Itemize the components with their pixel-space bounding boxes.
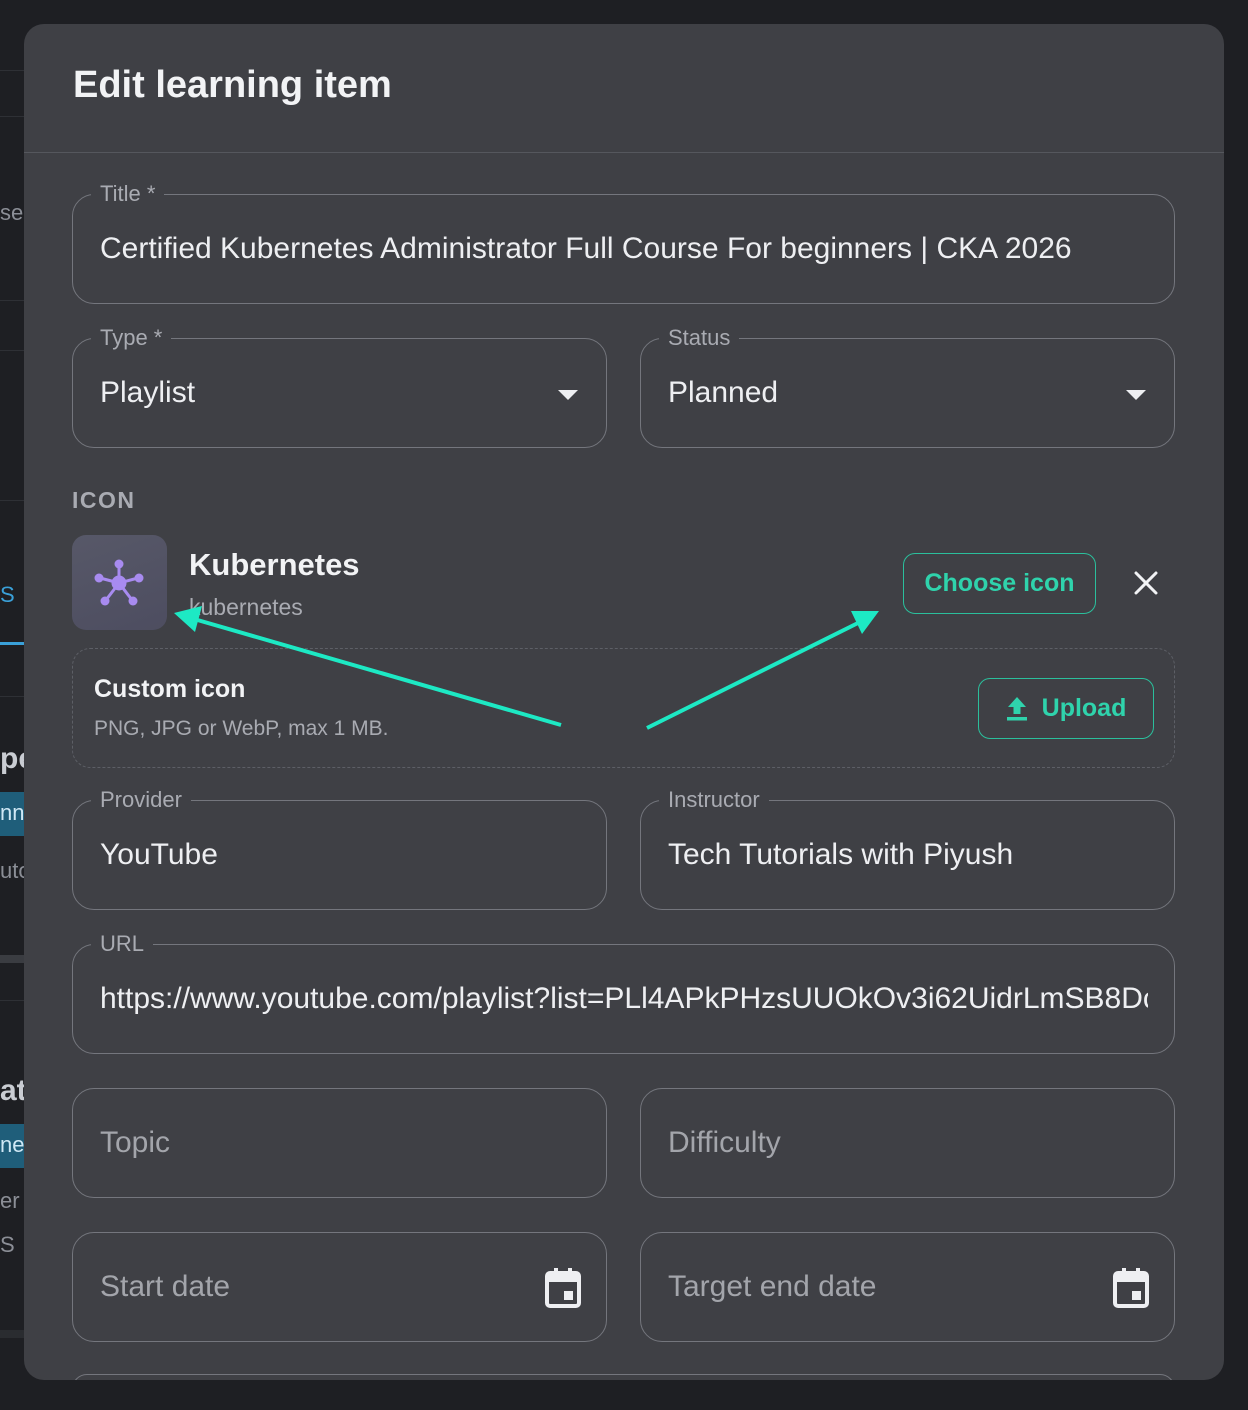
dialog-title: Edit learning item (73, 64, 392, 106)
provider-label: Provider (91, 788, 191, 812)
kubernetes-icon (94, 559, 144, 606)
provider-field[interactable]: Provider YouTube (72, 788, 607, 910)
chevron-down-icon (1126, 390, 1146, 400)
title-label: Title * (91, 182, 165, 206)
url-field[interactable]: URL https://www.youtube.com/playlist?lis… (72, 932, 1175, 1054)
icon-section-label: ICON (72, 487, 136, 513)
type-label: Type * (91, 326, 172, 350)
upload-icon (1006, 696, 1027, 720)
chevron-down-icon (558, 390, 578, 400)
icon-name: Kubernetes (189, 547, 360, 582)
difficulty-input[interactable]: Difficulty (668, 1125, 1148, 1161)
instructor-field[interactable]: Instructor Tech Tutorials with Piyush (640, 788, 1175, 910)
bg-text-fragment: se (0, 200, 24, 225)
instructor-input[interactable]: Tech Tutorials with Piyush (668, 837, 1148, 873)
calendar-icon[interactable] (544, 1267, 582, 1309)
bg-text-fragment: ne (0, 1132, 25, 1157)
url-input[interactable]: https://www.youtube.com/playlist?list=PL… (100, 981, 1148, 1017)
title-field[interactable]: Title * Certified Kubernetes Administrat… (72, 182, 1175, 304)
topic-input[interactable]: Topic (100, 1125, 580, 1161)
status-select[interactable]: Status Planned (640, 326, 1175, 448)
choose-icon-label: Choose icon (924, 569, 1075, 597)
topic-field[interactable]: Topic (72, 1088, 607, 1198)
target-end-date-input[interactable]: Target end date (668, 1269, 1148, 1305)
custom-icon-dropzone: Custom icon PNG, JPG or WebP, max 1 MB. … (72, 648, 1175, 768)
bg-text-fragment: at (0, 1074, 26, 1107)
difficulty-field[interactable]: Difficulty (640, 1088, 1175, 1198)
start-date-input[interactable]: Start date (100, 1269, 580, 1305)
dialog-header: Edit learning item (24, 24, 1224, 153)
start-date-field[interactable]: Start date (72, 1232, 607, 1342)
icon-slug: kubernetes (189, 594, 303, 620)
type-select[interactable]: Type * Playlist (72, 326, 607, 448)
upload-label: Upload (1041, 694, 1127, 722)
calendar-icon[interactable] (1112, 1267, 1150, 1309)
custom-icon-hint: PNG, JPG or WebP, max 1 MB. (94, 717, 389, 740)
selected-icon-preview (72, 535, 167, 630)
bg-text-fragment: pe (0, 742, 26, 775)
edit-learning-item-dialog: Edit learning item Title * Certified Kub… (24, 24, 1224, 1380)
bg-text-fragment: S (0, 582, 15, 607)
choose-icon-button[interactable]: Choose icon (903, 553, 1096, 614)
status-value: Planned (668, 376, 779, 409)
bg-tab-indicator (0, 642, 24, 645)
custom-icon-title: Custom icon (94, 675, 246, 703)
arrowhead (851, 611, 879, 634)
status-label: Status (659, 326, 740, 350)
title-input[interactable]: Certified Kubernetes Administrator Full … (100, 231, 1148, 267)
type-value: Playlist (100, 376, 196, 409)
bg-text-fragment: S (0, 1232, 15, 1257)
bg-text-fragment: nn (0, 800, 25, 825)
target-end-date-field[interactable]: Target end date (640, 1232, 1175, 1342)
bg-text-fragment: er (0, 1188, 20, 1213)
close-icon[interactable] (1132, 569, 1160, 597)
instructor-label: Instructor (659, 788, 769, 812)
upload-button[interactable]: Upload (978, 678, 1154, 739)
bg-text-fragment: uto (0, 858, 26, 883)
url-label: URL (91, 932, 154, 956)
provider-input[interactable]: YouTube (100, 837, 580, 873)
next-field-edge (72, 1374, 1175, 1380)
